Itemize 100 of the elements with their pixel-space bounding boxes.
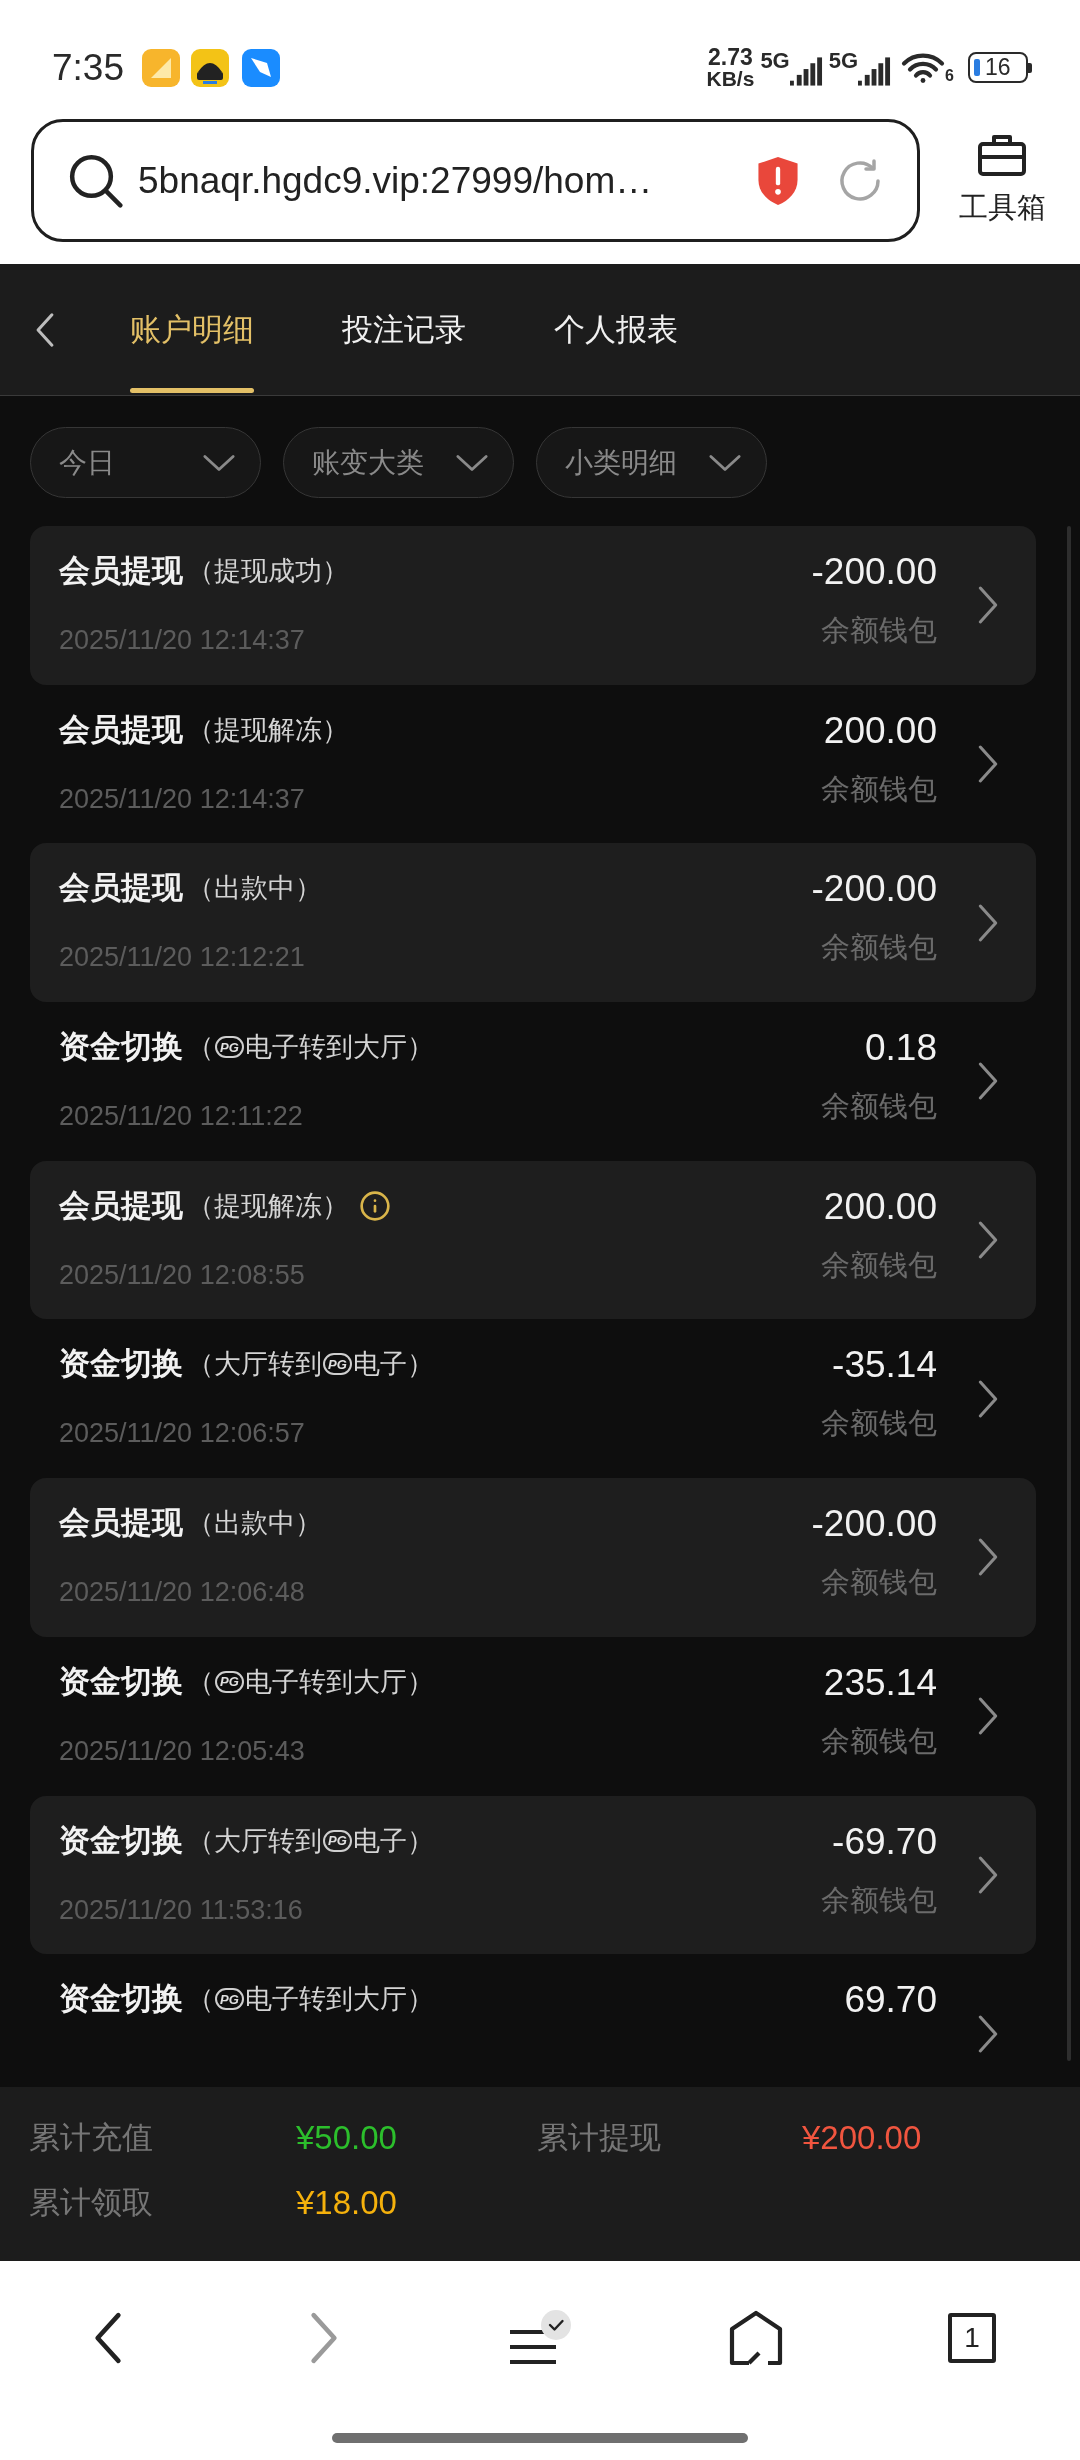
record-time: 2025/11/20 12:06:57 bbox=[59, 1417, 306, 1451]
address-bar[interactable]: 5bnaqr.hgdc9.vip:27999/hom… bbox=[31, 119, 920, 242]
record-title: 会员提现 bbox=[59, 552, 183, 590]
logo-mark: PG bbox=[323, 1353, 352, 1376]
record-amount: 0.18 bbox=[865, 1027, 937, 1070]
notes-app-icon bbox=[142, 48, 180, 87]
menu-icon[interactable] bbox=[509, 2328, 557, 2366]
record-card[interactable]: 会员提现（提现成功） 2025/11/20 12:14:37 -200.00 余额钱包 bbox=[30, 526, 1036, 685]
summary-label: 累计提现 bbox=[537, 2119, 662, 2157]
bird-app-icon bbox=[242, 48, 280, 87]
record-card[interactable]: 会员提现（提现解冻） 2025/11/20 12:08:55 200.00 余额钱包 bbox=[30, 1160, 1036, 1320]
record-wallet: 余额钱包 bbox=[821, 1089, 937, 1125]
record-amount: -200.00 bbox=[811, 868, 937, 911]
record-amount: 235.14 bbox=[823, 1661, 937, 1704]
logo-mark: PG bbox=[323, 1829, 352, 1852]
filter-dropdown[interactable]: 小类明细 bbox=[536, 427, 767, 498]
summary-value: ¥50.00 bbox=[296, 2118, 398, 2158]
chevron-down-icon bbox=[708, 453, 742, 472]
record-time: 2025/11/20 12:06:48 bbox=[59, 1576, 306, 1610]
record-title: 会员提现 bbox=[59, 1186, 183, 1225]
filter-dropdown[interactable]: 账变大类 bbox=[283, 427, 514, 498]
record-detail: （提现解冻） bbox=[187, 1189, 349, 1223]
record-card[interactable]: 会员提现（出款中） 2025/11/20 12:12:21 -200.00 余额钱包 bbox=[30, 843, 1036, 1003]
back-icon[interactable] bbox=[93, 2311, 123, 2365]
record-card[interactable]: 资金切换（大厅转到 PG 电子） 2025/11/20 11:53:16 -69.70 余额钱包 bbox=[30, 1795, 1036, 1955]
record-detail: （ bbox=[187, 1031, 214, 1065]
chevron-right-icon bbox=[977, 1061, 999, 1102]
record-title: 会员提现 bbox=[59, 1504, 183, 1543]
tab[interactable]: 账户明细 bbox=[130, 264, 254, 395]
record-time: 2025/11/20 12:14:37 bbox=[59, 782, 306, 816]
record-title: 资金切换 bbox=[59, 1028, 183, 1067]
chevron-right-icon bbox=[977, 1378, 999, 1419]
info-icon[interactable] bbox=[359, 1189, 391, 1222]
check-badge-icon bbox=[541, 2310, 571, 2340]
network-speed: 2.73 bbox=[708, 45, 753, 68]
record-row[interactable]: 资金切换（大厅转到 PG 电子） 2025/11/20 12:06:57 -35.14 余额钱包 bbox=[30, 1319, 1036, 1479]
summary-value: ¥200.00 bbox=[802, 2118, 923, 2158]
record-detail: （提现成功） bbox=[187, 555, 349, 588]
tabs-button[interactable]: 1 bbox=[948, 2313, 996, 2363]
logo-mark: PG bbox=[215, 1036, 244, 1059]
network-type: 5G bbox=[760, 49, 790, 72]
record-title: 资金切换 bbox=[59, 1662, 183, 1701]
network-type: 5G bbox=[828, 49, 859, 72]
tab[interactable]: 个人报表 bbox=[554, 264, 678, 395]
chevron-right-icon bbox=[977, 1220, 999, 1261]
tab[interactable]: 投注记录 bbox=[342, 264, 466, 395]
record-time: 2025/11/20 12:08:55 bbox=[59, 1258, 306, 1292]
record-wallet: 余额钱包 bbox=[821, 613, 937, 648]
record-card[interactable]: 会员提现（出款中） 2025/11/20 12:06:48 -200.00 余额钱包 bbox=[30, 1478, 1036, 1637]
car-app-icon bbox=[191, 48, 229, 87]
record-detail: 电子转到大厅） bbox=[244, 1031, 434, 1065]
record-detail: （大厅转到 bbox=[187, 1348, 322, 1382]
record-detail: （大厅转到 bbox=[187, 1824, 322, 1858]
back-icon[interactable] bbox=[34, 311, 56, 348]
chevron-right-icon bbox=[977, 1537, 999, 1578]
record-detail: （ bbox=[187, 1665, 214, 1699]
status-time: 7:35 bbox=[52, 49, 124, 86]
chevron-right-icon bbox=[977, 2013, 999, 2054]
record-wallet: 余额钱包 bbox=[821, 1406, 937, 1442]
record-wallet: 余额钱包 bbox=[821, 1723, 937, 1759]
record-wallet: 余额钱包 bbox=[821, 1882, 937, 1918]
record-detail: （提现解冻） bbox=[187, 713, 349, 747]
signal-icon bbox=[789, 55, 823, 86]
record-wallet: 余额钱包 bbox=[821, 930, 937, 966]
record-detail: 电子转到大厅） bbox=[244, 1665, 434, 1699]
chevron-right-icon bbox=[977, 744, 999, 785]
chevron-right-icon bbox=[977, 585, 999, 626]
battery-indicator: 16 bbox=[968, 52, 1032, 83]
record-amount: 200.00 bbox=[823, 709, 937, 752]
record-title: 会员提现 bbox=[59, 710, 183, 749]
chevron-right-icon bbox=[977, 902, 999, 943]
url-text: 5bnaqr.hgdc9.vip:27999/hom… bbox=[138, 162, 653, 199]
toolbox-button[interactable]: 工具箱 bbox=[955, 119, 1049, 224]
logo-mark: PG bbox=[215, 1988, 244, 2011]
record-row[interactable]: 资金切换（ PG 电子转到大厅） 2025/11/20 12:05:43 235.14 余额钱包 bbox=[30, 1636, 1036, 1796]
home-icon[interactable] bbox=[729, 2310, 783, 2366]
record-time: 2025/11/20 12:14:37 bbox=[59, 624, 306, 657]
record-row[interactable]: 资金切换（ PG 电子转到大厅） 2025/11/20 12:11:22 0.18 余额钱包 bbox=[30, 1002, 1036, 1161]
record-time: 2025/11/20 11:53:16 bbox=[59, 1893, 304, 1927]
summary-label: 累计领取 bbox=[29, 2184, 154, 2222]
record-time: 2025/11/20 12:11:22 bbox=[59, 1100, 304, 1134]
record-time: 2025/11/20 12:05:43 bbox=[59, 1734, 306, 1768]
record-wallet: 余额钱包 bbox=[821, 1565, 937, 1601]
record-amount: 200.00 bbox=[823, 1185, 937, 1228]
record-title: 资金切换 bbox=[59, 1821, 183, 1860]
record-detail: 电子） bbox=[352, 1824, 434, 1858]
summary-value: ¥18.00 bbox=[296, 2183, 398, 2223]
chevron-right-icon bbox=[977, 1696, 999, 1737]
record-title: 资金切换 bbox=[59, 1980, 183, 2019]
record-row[interactable]: 会员提现（提现解冻） 2025/11/20 12:14:37 200.00 余额钱包 bbox=[30, 684, 1036, 844]
record-detail: （ bbox=[187, 1983, 214, 2017]
chevron-down-icon bbox=[202, 453, 236, 472]
wifi-standard: 6 bbox=[945, 68, 954, 84]
record-wallet: 余额钱包 bbox=[821, 771, 937, 807]
record-detail: （出款中） bbox=[187, 872, 322, 906]
shield-alert-icon[interactable] bbox=[756, 155, 800, 206]
filter-dropdown[interactable]: 今日 bbox=[30, 427, 261, 498]
record-row[interactable]: 资金切换（ PG 电子转到大厅） 69.70 bbox=[30, 1954, 1036, 2061]
record-detail: 电子） bbox=[352, 1348, 434, 1382]
record-amount: -200.00 bbox=[811, 1503, 937, 1546]
